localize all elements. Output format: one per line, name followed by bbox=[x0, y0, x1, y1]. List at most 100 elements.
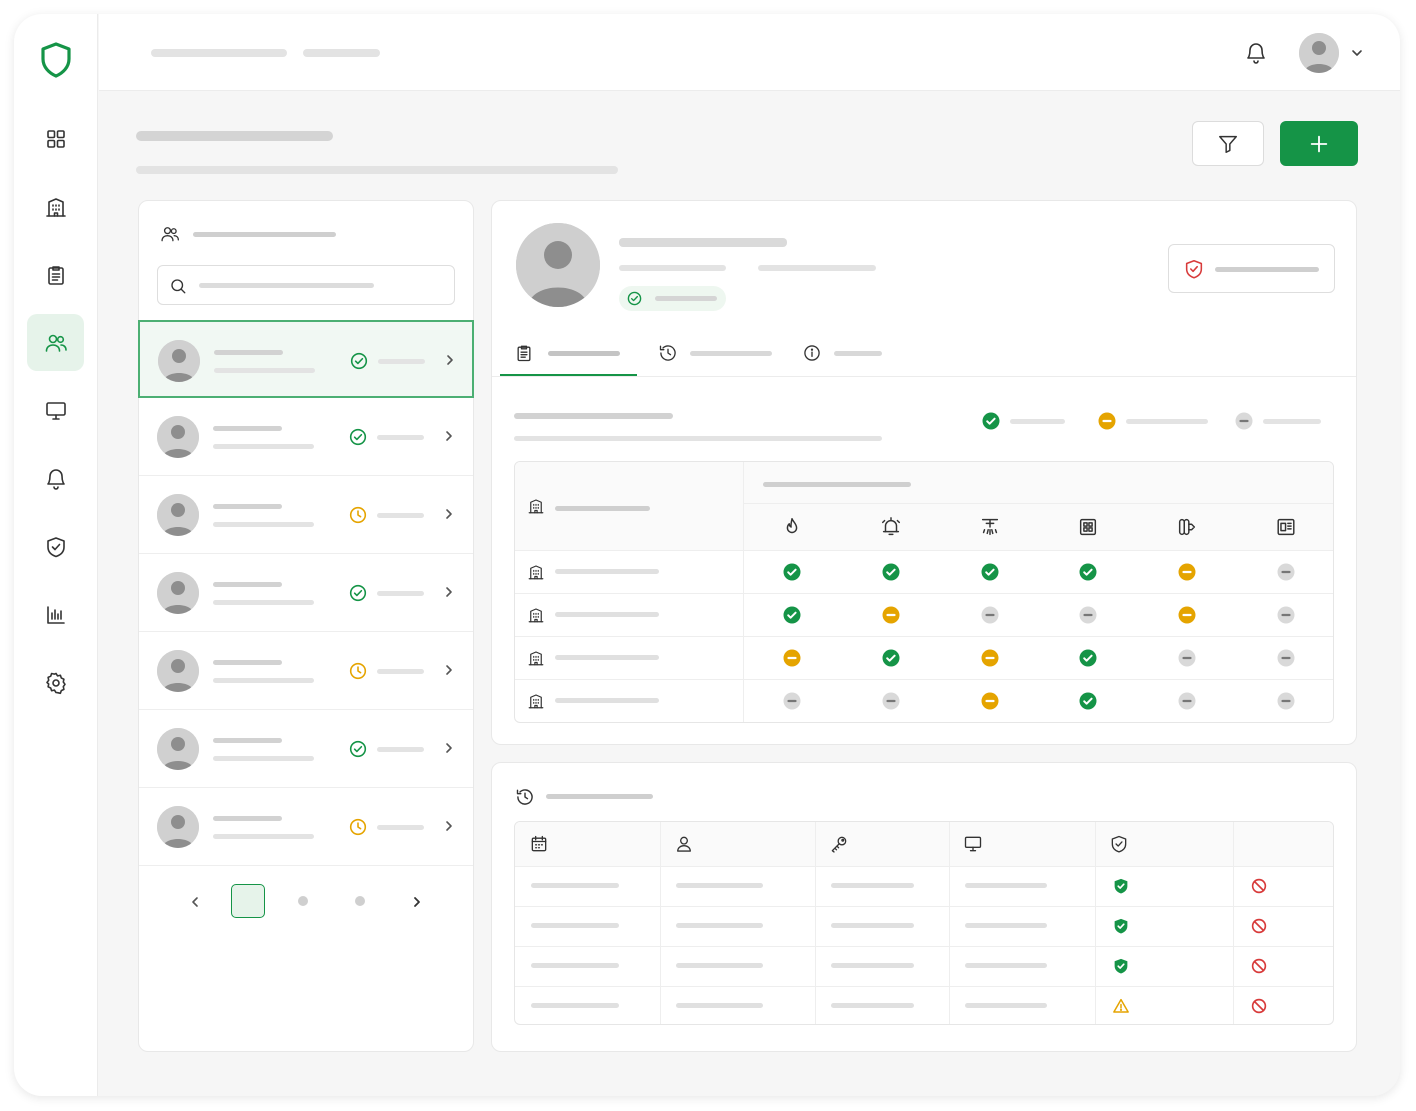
person-status-label bbox=[377, 435, 424, 440]
status-badge bbox=[619, 286, 726, 311]
avatar bbox=[157, 650, 199, 692]
sidebar-item-grid[interactable] bbox=[27, 110, 84, 167]
log-cell bbox=[531, 883, 619, 888]
tab-clipboard[interactable] bbox=[500, 331, 634, 377]
building-icon bbox=[44, 195, 68, 219]
profile-role bbox=[619, 265, 726, 271]
blocked-icon[interactable] bbox=[1250, 997, 1268, 1015]
granted-status-icon[interactable] bbox=[882, 563, 900, 581]
matrix-title bbox=[514, 413, 673, 419]
granted-status-icon[interactable] bbox=[1079, 563, 1097, 581]
blocked-icon[interactable] bbox=[1250, 957, 1268, 975]
shield-ok-icon bbox=[1112, 877, 1130, 895]
shield-ok-icon bbox=[1112, 917, 1130, 935]
filter-icon bbox=[1219, 135, 1237, 153]
table-row bbox=[515, 550, 1333, 593]
list-item[interactable] bbox=[138, 320, 474, 398]
log-cell bbox=[531, 1003, 619, 1008]
chevron-right-icon[interactable] bbox=[409, 894, 425, 910]
granted-status-icon[interactable] bbox=[981, 563, 999, 581]
log-cell bbox=[676, 1003, 763, 1008]
pending-status-icon[interactable] bbox=[1178, 606, 1196, 624]
blocked-icon[interactable] bbox=[1250, 877, 1268, 895]
none-status-icon[interactable] bbox=[1277, 606, 1295, 624]
granted-status-icon[interactable] bbox=[783, 563, 801, 581]
list-item[interactable] bbox=[139, 398, 473, 476]
shield-logo-icon[interactable] bbox=[40, 42, 72, 78]
granted-status-icon[interactable] bbox=[1079, 649, 1097, 667]
granted-status-icon[interactable] bbox=[1079, 692, 1097, 710]
none-status-icon[interactable] bbox=[1277, 692, 1295, 710]
door-icon bbox=[1176, 516, 1198, 538]
sidebar-item-gear[interactable] bbox=[27, 654, 84, 711]
users-icon bbox=[159, 223, 181, 245]
list-item[interactable] bbox=[139, 710, 473, 788]
add-button[interactable] bbox=[1280, 121, 1358, 166]
monitor-icon bbox=[963, 834, 983, 854]
person-role bbox=[213, 756, 314, 761]
filter-button[interactable] bbox=[1192, 121, 1264, 166]
tab-history[interactable] bbox=[644, 331, 786, 377]
none-status-icon[interactable] bbox=[1277, 649, 1295, 667]
pending-status-icon[interactable] bbox=[882, 606, 900, 624]
breadcrumb-root[interactable] bbox=[151, 49, 287, 57]
list-item[interactable] bbox=[139, 476, 473, 554]
page-button[interactable] bbox=[298, 896, 308, 906]
log-cell bbox=[965, 963, 1047, 968]
none-status-icon[interactable] bbox=[1178, 692, 1196, 710]
pending-status-icon bbox=[1098, 412, 1116, 430]
chevron-right-icon bbox=[441, 428, 457, 444]
tab-info[interactable] bbox=[788, 331, 896, 377]
sidebar-item-bar-chart[interactable] bbox=[27, 586, 84, 643]
person-status-label bbox=[377, 825, 424, 830]
sprinkler-icon bbox=[979, 516, 1001, 538]
chevron-right-icon bbox=[441, 662, 457, 678]
search-input[interactable] bbox=[157, 265, 455, 305]
history-icon bbox=[514, 786, 536, 808]
security-clearance-button[interactable] bbox=[1168, 244, 1335, 293]
none-status-icon[interactable] bbox=[981, 606, 999, 624]
page-button-current[interactable] bbox=[231, 884, 265, 918]
list-item[interactable] bbox=[139, 554, 473, 632]
chevron-down-icon[interactable] bbox=[1349, 45, 1365, 61]
sidebar-item-users[interactable] bbox=[27, 314, 84, 371]
panel-icon bbox=[1077, 516, 1099, 538]
none-status-icon[interactable] bbox=[1277, 563, 1295, 581]
person-role bbox=[213, 444, 314, 449]
chevron-left-icon[interactable] bbox=[187, 894, 203, 910]
breadcrumb-current[interactable] bbox=[303, 49, 380, 57]
list-item[interactable] bbox=[139, 788, 473, 866]
avatar bbox=[157, 728, 199, 770]
none-status-icon[interactable] bbox=[1079, 606, 1097, 624]
sidebar-item-clipboard[interactable] bbox=[27, 246, 84, 303]
monitor-icon bbox=[44, 399, 68, 423]
matrix-column-group bbox=[763, 482, 911, 487]
building-name bbox=[555, 655, 659, 660]
sidebar-item-shield-check[interactable] bbox=[27, 518, 84, 575]
granted-status-icon[interactable] bbox=[783, 606, 801, 624]
pending-status-icon[interactable] bbox=[1178, 563, 1196, 581]
none-status-icon[interactable] bbox=[1178, 649, 1196, 667]
profile-department bbox=[758, 265, 876, 271]
sidebar-item-monitor[interactable] bbox=[27, 382, 84, 439]
pending-status-icon[interactable] bbox=[981, 692, 999, 710]
sidebar-item-bell[interactable] bbox=[27, 450, 84, 507]
bell-icon[interactable] bbox=[1243, 40, 1269, 66]
none-status-icon[interactable] bbox=[882, 692, 900, 710]
pending-status-icon[interactable] bbox=[981, 649, 999, 667]
log-cell bbox=[676, 923, 763, 928]
page-button[interactable] bbox=[355, 896, 365, 906]
sidebar-item-building[interactable] bbox=[27, 178, 84, 235]
blocked-icon[interactable] bbox=[1250, 917, 1268, 935]
person-status-label bbox=[377, 669, 424, 674]
none-status-icon[interactable] bbox=[783, 692, 801, 710]
security-clearance-label bbox=[1215, 267, 1319, 272]
none-status-icon bbox=[1235, 412, 1253, 430]
pending-status-icon[interactable] bbox=[783, 649, 801, 667]
list-item[interactable] bbox=[139, 632, 473, 710]
search-icon bbox=[168, 276, 188, 296]
granted-status-icon[interactable] bbox=[882, 649, 900, 667]
people-list-panel bbox=[138, 200, 474, 1052]
history-icon bbox=[658, 343, 678, 363]
avatar[interactable] bbox=[1299, 33, 1339, 73]
